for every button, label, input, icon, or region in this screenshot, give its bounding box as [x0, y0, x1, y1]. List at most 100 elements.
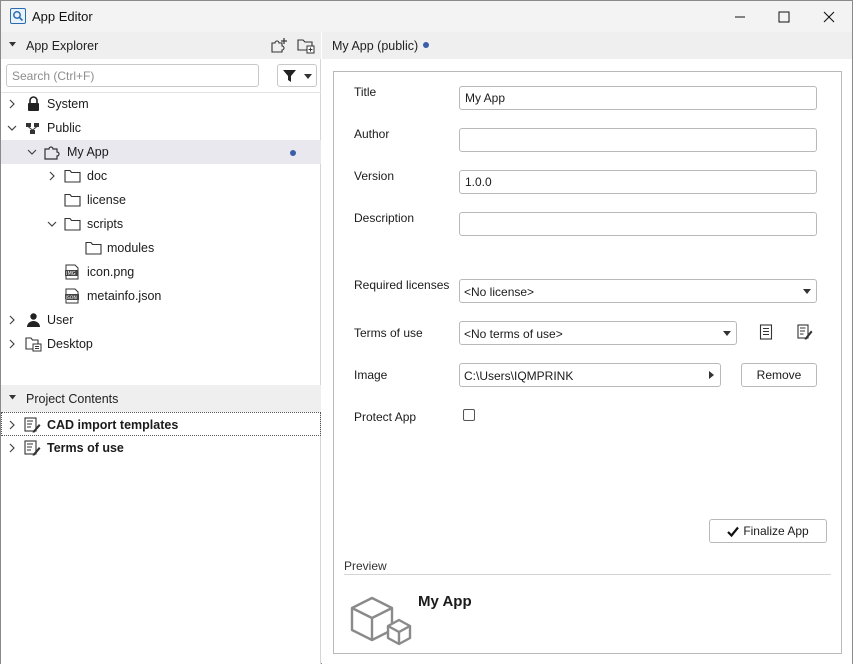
- version-field[interactable]: [459, 170, 817, 194]
- svg-text:JSON: JSON: [65, 295, 77, 301]
- minimize-button[interactable]: [717, 1, 763, 32]
- protect-app-checkbox[interactable]: [463, 409, 475, 421]
- add-component-icon[interactable]: [270, 37, 288, 54]
- description-label: Description: [354, 211, 415, 225]
- maximize-button[interactable]: [761, 1, 807, 32]
- tree-item-icon-png[interactable]: IMG icon.png: [1, 260, 321, 284]
- new-folder-icon[interactable]: [297, 37, 315, 54]
- app-explorer-header[interactable]: App Explorer: [1, 32, 321, 59]
- chevron-right-icon[interactable]: [7, 315, 17, 325]
- svg-text:IMG: IMG: [66, 271, 76, 277]
- tree-item-label: System: [47, 97, 89, 111]
- chevron-down-icon[interactable]: [27, 147, 37, 157]
- project-contents-title: Project Contents: [26, 392, 119, 406]
- chevron-right-icon[interactable]: [709, 371, 714, 379]
- puzzle-icon: [44, 146, 60, 160]
- tree-item-label: modules: [107, 241, 155, 255]
- tree-item-label: scripts: [87, 217, 124, 231]
- desktop-icon: [25, 337, 42, 352]
- chevron-right-icon[interactable]: [7, 420, 17, 430]
- folder-icon: [64, 217, 81, 231]
- terms-of-use-label: Terms of use: [354, 326, 423, 340]
- edit-document-icon: [24, 440, 41, 456]
- collapse-caret-icon: [9, 395, 16, 400]
- chevron-down-icon[interactable]: [47, 219, 57, 229]
- tree-item-system[interactable]: System: [1, 92, 321, 116]
- edit-document-icon[interactable]: [797, 324, 813, 340]
- author-field[interactable]: [459, 128, 817, 152]
- project-item-terms-of-use[interactable]: Terms of use: [1, 436, 321, 460]
- author-label: Author: [354, 127, 390, 141]
- required-licenses-select[interactable]: <No license>: [459, 279, 817, 303]
- image-file-icon: IMG: [65, 264, 79, 280]
- edit-document-icon: [24, 417, 41, 433]
- tree-item-metainfo-json[interactable]: JSON metainfo.json: [1, 284, 321, 308]
- view-document-icon[interactable]: [758, 324, 774, 340]
- folder-icon: [64, 169, 81, 183]
- window-title: App Editor: [32, 9, 93, 24]
- close-button[interactable]: [806, 1, 852, 32]
- tree-item-label: license: [87, 193, 126, 207]
- document-tab[interactable]: My App (public): [322, 32, 852, 59]
- required-licenses-value: <No license>: [464, 285, 535, 299]
- document-tab-label: My App (public): [332, 39, 419, 53]
- lock-icon: [28, 96, 39, 111]
- tree-item-license[interactable]: license: [1, 188, 321, 212]
- modified-indicator: [290, 150, 296, 156]
- app-editor-icon: [10, 8, 26, 24]
- tree-item-user[interactable]: User: [1, 308, 321, 332]
- network-icon: [26, 123, 39, 134]
- preview-heading: Preview: [344, 559, 387, 573]
- filter-dropdown-button[interactable]: [277, 64, 317, 87]
- app-properties-form: Title Author Version Description Require…: [333, 71, 842, 654]
- tree-item-scripts[interactable]: scripts: [1, 212, 321, 236]
- title-bar: App Editor: [1, 1, 852, 32]
- image-path-field[interactable]: C:\Users\IQMPRINK: [459, 363, 721, 387]
- tree-item-label: Desktop: [47, 337, 93, 351]
- protect-app-label: Protect App: [354, 410, 417, 424]
- required-licenses-label: Required licenses: [354, 278, 450, 292]
- app-explorer-title: App Explorer: [26, 39, 99, 53]
- app-editor-window: App Editor App Explorer Search (Ctrl+F) …: [0, 0, 853, 664]
- tree-item-label: My App: [67, 145, 109, 159]
- preview-divider: [344, 574, 831, 575]
- tree-item-desktop[interactable]: Desktop: [1, 332, 321, 356]
- editor-pane: My App (public) Title Author Version Des…: [322, 32, 852, 664]
- chevron-down-icon: [803, 289, 811, 294]
- tree-item-label: Public: [47, 121, 82, 135]
- terms-of-use-value: <No terms of use>: [464, 327, 563, 341]
- tree-item-label: User: [47, 313, 74, 327]
- remove-image-button[interactable]: Remove: [741, 363, 817, 387]
- search-input[interactable]: [6, 64, 259, 87]
- finalize-app-label: Finalize App: [743, 524, 809, 538]
- tree-item-doc[interactable]: doc: [1, 164, 321, 188]
- description-field[interactable]: [459, 212, 817, 236]
- finalize-app-button[interactable]: Finalize App: [709, 519, 827, 543]
- preview-app-name: My App: [418, 593, 472, 610]
- tree-item-label: icon.png: [87, 265, 135, 279]
- app-package-icon: [350, 596, 412, 646]
- tree-item-label: metainfo.json: [87, 289, 162, 303]
- left-pane: App Explorer System Publi: [1, 32, 321, 664]
- chevron-right-icon[interactable]: [7, 339, 17, 349]
- chevron-down-icon[interactable]: [7, 123, 17, 133]
- project-item-cad-import-templates[interactable]: CAD import templates: [1, 412, 321, 436]
- image-path-value: C:\Users\IQMPRINK: [464, 369, 574, 383]
- modified-indicator: [423, 42, 429, 48]
- chevron-right-icon[interactable]: [7, 99, 17, 109]
- folder-icon: [64, 193, 81, 207]
- tree-item-my-app[interactable]: My App: [1, 140, 321, 164]
- tree-item-modules[interactable]: modules: [1, 236, 321, 260]
- title-field[interactable]: [459, 86, 817, 110]
- checkmark-icon: [727, 526, 740, 537]
- chevron-down-icon: [723, 331, 731, 336]
- tree-item-label: CAD import templates: [47, 418, 179, 432]
- tree-item-label: Terms of use: [47, 441, 124, 455]
- chevron-right-icon[interactable]: [7, 443, 17, 453]
- project-contents-header[interactable]: Project Contents: [1, 385, 321, 412]
- chevron-right-icon[interactable]: [47, 171, 57, 181]
- terms-of-use-select[interactable]: <No terms of use>: [459, 321, 737, 345]
- json-file-icon: JSON: [65, 288, 79, 304]
- user-icon: [27, 313, 40, 327]
- tree-item-public[interactable]: Public: [1, 116, 321, 140]
